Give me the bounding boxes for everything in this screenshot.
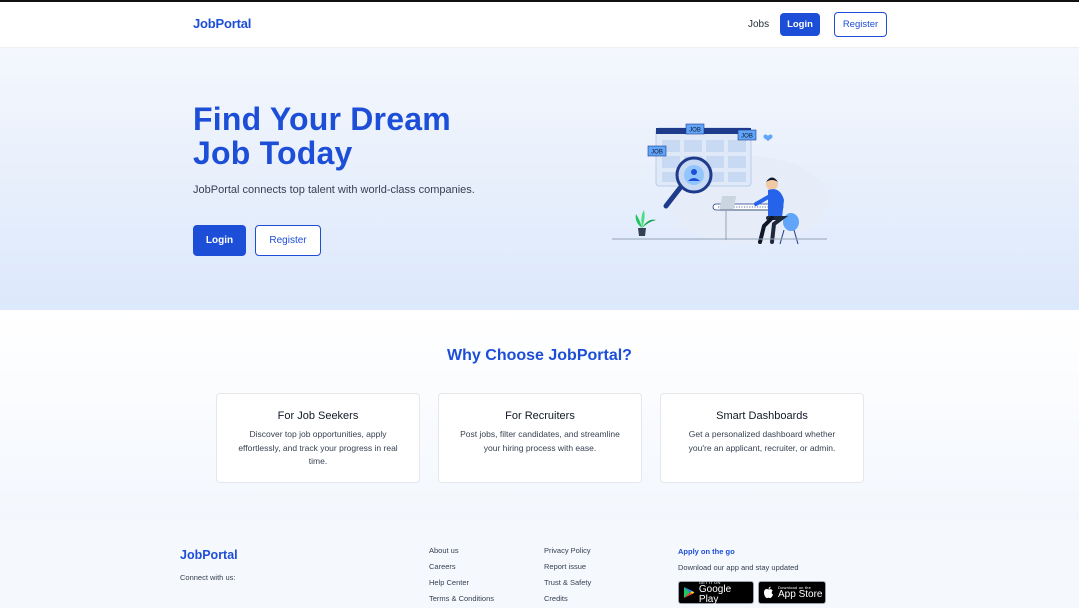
apply-title: Apply on the go — [678, 547, 735, 556]
feature-card-title: Smart Dashboards — [716, 410, 808, 422]
footer-links-company: About us Careers Help Center Terms & Con… — [429, 546, 494, 610]
job-tag-text-3: JOB — [741, 134, 753, 140]
features-section: Why Choose JobPortal? For Job Seekers Di… — [0, 310, 1079, 520]
hero-register-button[interactable]: Register — [255, 225, 321, 256]
job-tag-1: JOB — [647, 145, 667, 157]
apply-subtitle: Download our app and stay updated — [678, 563, 799, 572]
footer-brand[interactable]: JobPortal — [180, 548, 238, 562]
feature-card-recruiters: For Recruiters Post jobs, filter candida… — [438, 393, 642, 483]
navbar: JobPortal Jobs Login Register — [0, 2, 1079, 48]
footer-link-about[interactable]: About us — [429, 546, 494, 562]
hero-title: Find Your Dream Job Today — [193, 101, 451, 171]
nav-link-jobs[interactable]: Jobs — [748, 19, 769, 30]
features-title: Why Choose JobPortal? — [447, 347, 632, 364]
footer-link-privacy[interactable]: Privacy Policy — [544, 546, 591, 562]
google-play-icon — [683, 587, 695, 598]
app-store-button[interactable]: Download on the App Store — [758, 581, 826, 604]
app-store-label: App Store — [778, 588, 823, 600]
feature-card-job-seekers: For Job Seekers Discover top job opportu… — [216, 393, 420, 483]
job-tag-text-2: JOB — [689, 128, 701, 134]
apple-icon — [764, 586, 773, 599]
brand-logo[interactable]: JobPortal — [193, 16, 251, 31]
feature-card-title: For Job Seekers — [277, 410, 359, 422]
job-search-illustration: JOB JOB JOB — [612, 123, 828, 245]
plant-icon — [635, 210, 656, 236]
feature-card-title: For Recruiters — [505, 410, 575, 422]
footer-link-trust-safety[interactable]: Trust & Safety — [544, 578, 591, 594]
hero-section: Find Your Dream Job Today JobPortal conn… — [0, 48, 1079, 310]
nav-register-button[interactable]: Register — [834, 12, 887, 37]
feature-card-text: Discover top job opportunities, apply ef… — [238, 429, 398, 466]
google-play-button[interactable]: GET IT ON Google Play — [678, 580, 754, 605]
feature-card-dashboards: Smart Dashboards Get a personalized dash… — [660, 393, 864, 483]
feature-card-text: Get a personalized dashboard whether you… — [688, 429, 836, 453]
footer-links-legal: Privacy Policy Report issue Trust & Safe… — [544, 546, 591, 610]
job-tag-2: JOB — [685, 123, 705, 135]
hero-login-button[interactable]: Login — [193, 225, 246, 256]
footer-link-help-center[interactable]: Help Center — [429, 578, 494, 594]
job-tag-3: JOB — [737, 129, 757, 141]
hero-subtitle: JobPortal connects top talent with world… — [193, 184, 475, 196]
footer: JobPortal Connect with us: About us Care… — [0, 520, 1079, 608]
nav-login-button[interactable]: Login — [780, 13, 820, 36]
google-play-label: Google Play — [698, 583, 732, 605]
footer-link-careers[interactable]: Careers — [429, 562, 494, 578]
footer-connect-label: Connect with us: — [180, 573, 236, 582]
heart-icon — [763, 134, 773, 141]
feature-card-text: Post jobs, filter candidates, and stream… — [460, 429, 620, 453]
footer-link-report-issue[interactable]: Report issue — [544, 562, 591, 578]
job-tag-text-1: JOB — [651, 150, 663, 156]
